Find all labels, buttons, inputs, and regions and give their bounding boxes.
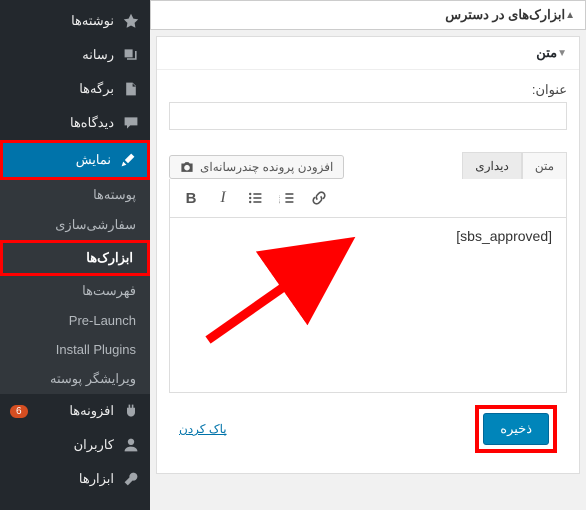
appearance-submenu: پوسته‌ها سفارشی‌سازی ابزارک‌ها فهرست‌ها …: [0, 180, 150, 394]
collapse-icon: ▲: [565, 10, 575, 21]
text-widget: ▼ متن عنوان: متن دیداری افزودن پرونده چن…: [156, 36, 580, 474]
menu-posts[interactable]: نوشته‌ها: [0, 4, 150, 38]
add-media-label: افزودن پرونده چندرسانه‌ای: [200, 160, 333, 174]
save-highlight: ذخیره: [475, 405, 557, 453]
submenu-themes[interactable]: پوسته‌ها: [0, 180, 150, 210]
bullet-list-button[interactable]: [244, 187, 266, 209]
tab-visual[interactable]: دیداری: [462, 152, 522, 179]
menu-tools-label: ابزارها: [10, 471, 114, 487]
tab-text[interactable]: متن: [522, 152, 567, 179]
comment-icon: [122, 114, 140, 132]
widgets-content: ▲ ابزارک‌های در دسترس ▼ متن عنوان: متن د…: [150, 0, 586, 510]
collapse-icon: ▼: [557, 48, 567, 59]
menu-posts-label: نوشته‌ها: [10, 13, 114, 29]
submenu-prelaunch[interactable]: Pre-Launch: [0, 306, 150, 335]
save-button[interactable]: ذخیره: [483, 413, 549, 445]
media-icon: [122, 46, 140, 64]
italic-button[interactable]: I: [212, 187, 234, 209]
link-button[interactable]: [308, 187, 330, 209]
widget-title-input[interactable]: [169, 102, 567, 130]
delete-link[interactable]: پاک کردن: [179, 422, 227, 436]
plug-icon: [122, 402, 140, 420]
bold-button[interactable]: B: [180, 187, 202, 209]
text-widget-body: عنوان: متن دیداری افزودن پرونده چندرسانه…: [157, 70, 579, 473]
menu-users[interactable]: کاربران: [0, 428, 150, 462]
menu-pages[interactable]: برگه‌ها: [0, 72, 150, 106]
numbered-list-button[interactable]: 123: [276, 187, 298, 209]
menu-appearance-label: نمایش: [13, 152, 111, 168]
content-editor[interactable]: [sbs_approved]: [169, 218, 567, 393]
submenu-menus[interactable]: فهرست‌ها: [0, 276, 150, 306]
menu-tools[interactable]: ابزارها: [0, 462, 150, 496]
text-widget-title: متن: [169, 45, 557, 61]
editor-toolbar: B I 123: [169, 179, 567, 218]
wrench-icon: [122, 470, 140, 488]
svg-text:3: 3: [279, 200, 280, 206]
camera-icon: [180, 160, 194, 174]
submenu-widgets[interactable]: ابزارک‌ها: [0, 240, 150, 276]
widget-footer: ذخیره پاک کردن: [169, 393, 567, 461]
menu-comments-label: دیدگاه‌ها: [10, 115, 114, 131]
plugins-update-badge: 6: [10, 405, 28, 418]
page-icon: [122, 80, 140, 98]
brush-icon: [119, 151, 137, 169]
submenu-customize[interactable]: سفارشی‌سازی: [0, 210, 150, 240]
admin-sidebar: نوشته‌ها رسانه برگه‌ها دیدگاه‌ها نمایش پ…: [0, 0, 150, 510]
title-field-label: عنوان:: [169, 82, 567, 98]
menu-appearance[interactable]: نمایش: [0, 140, 150, 180]
menu-plugins-label: افزونه‌ها: [32, 403, 114, 419]
submenu-theme-editor[interactable]: ویرایشگر پوسته: [0, 364, 150, 394]
menu-media[interactable]: رسانه: [0, 38, 150, 72]
menu-media-label: رسانه: [10, 47, 114, 63]
menu-pages-label: برگه‌ها: [10, 81, 114, 97]
submenu-install-plugins[interactable]: Install Plugins: [0, 335, 150, 364]
menu-comments[interactable]: دیدگاه‌ها: [0, 106, 150, 140]
editor-text: [sbs_approved]: [456, 228, 552, 244]
editor-tabs: متن دیداری: [462, 152, 567, 179]
menu-plugins[interactable]: افزونه‌ها 6: [0, 394, 150, 428]
add-media-button[interactable]: افزودن پرونده چندرسانه‌ای: [169, 155, 344, 179]
available-widgets-title: ابزارک‌های در دسترس: [161, 7, 565, 23]
pin-icon: [122, 12, 140, 30]
menu-users-label: کاربران: [10, 437, 114, 453]
user-icon: [122, 436, 140, 454]
text-widget-header[interactable]: ▼ متن: [157, 37, 579, 70]
available-widgets-header[interactable]: ▲ ابزارک‌های در دسترس: [150, 0, 586, 30]
